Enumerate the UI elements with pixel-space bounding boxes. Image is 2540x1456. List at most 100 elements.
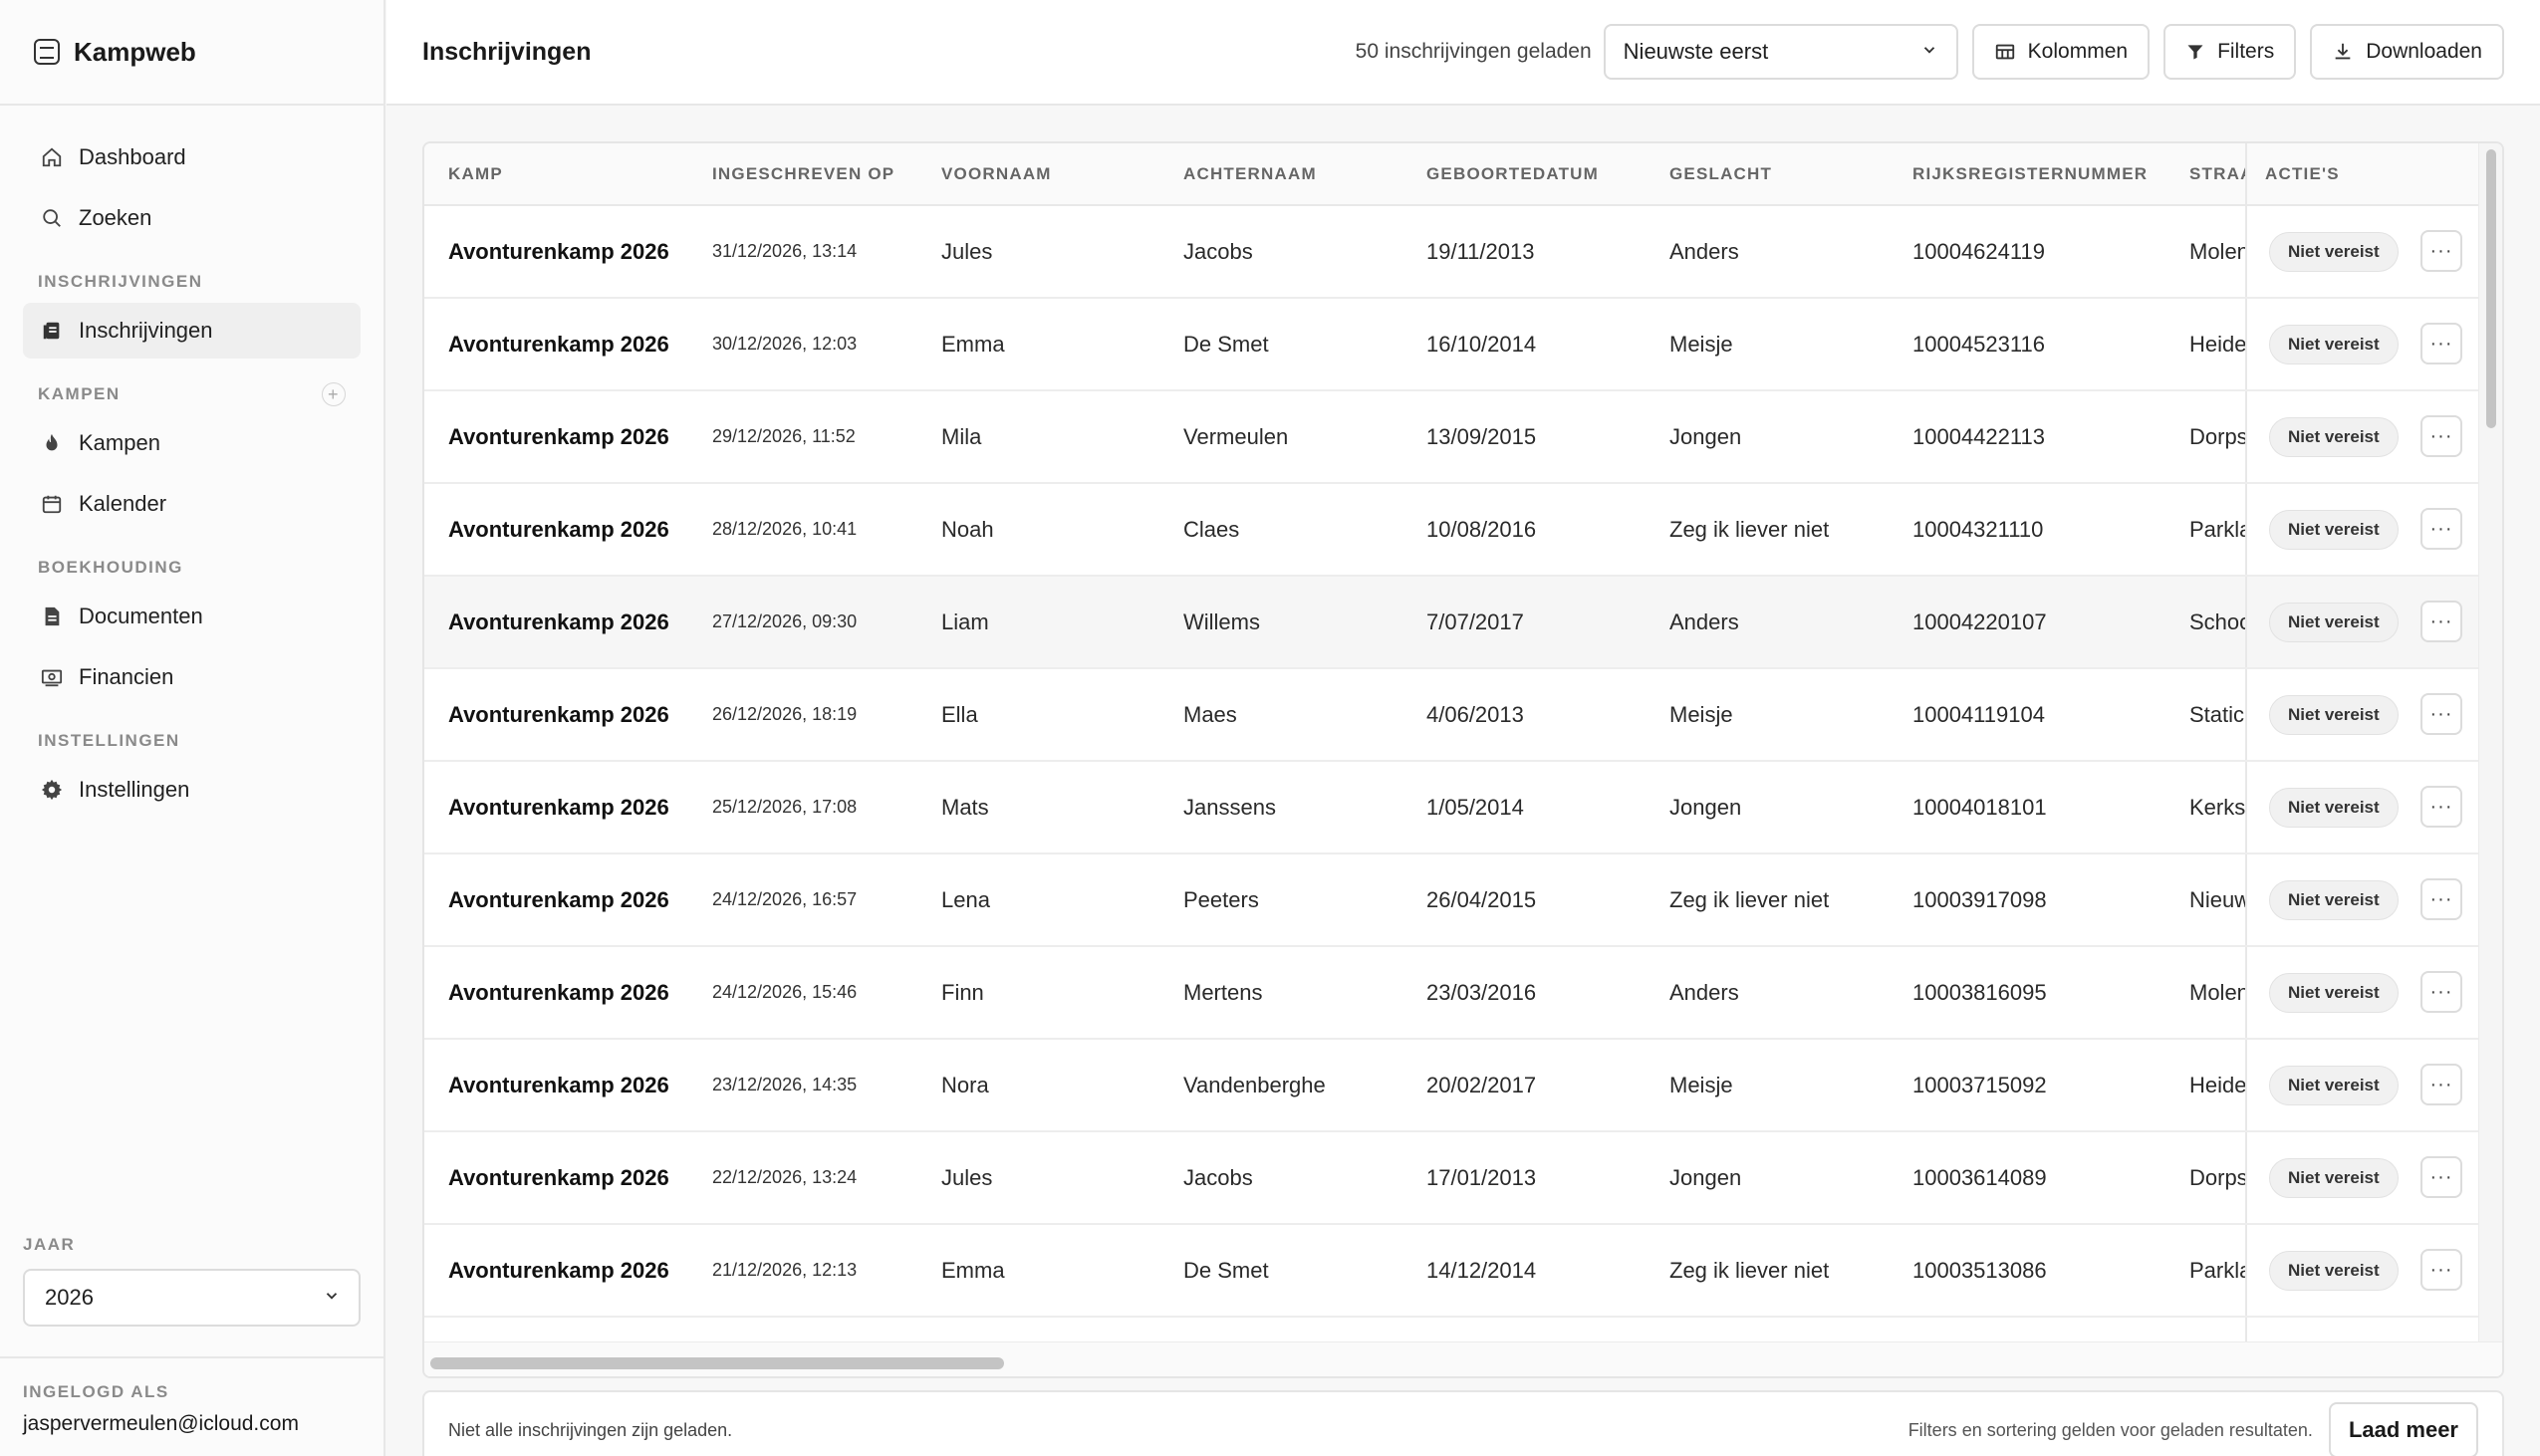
table-row[interactable]: Avonturenkamp 2026 24/12/2026, 16:57 Lena P… (424, 854, 2480, 947)
table-row[interactable]: Avonturenkamp 2026 28/12/2026, 10:41 Noah C… (424, 484, 2480, 577)
table-row[interactable]: Avonturenkamp 2026 29/12/2026, 11:52 Mila V… (424, 391, 2480, 484)
more-options-button[interactable]: ··· (2420, 601, 2462, 642)
add-kamp-plus-icon[interactable]: + (322, 382, 346, 406)
section-label-instellingen: INSTELLINGEN (38, 731, 180, 750)
vertical-scrollbar[interactable] (2478, 143, 2502, 1341)
user-label: INGELOGD ALS (23, 1382, 169, 1401)
more-options-button[interactable]: ··· (2420, 878, 2462, 920)
cell-ingeschreven: 24/12/2026, 15:46 (712, 982, 858, 1002)
cell-rrn: 10004422113 (1912, 423, 2045, 449)
more-options-button[interactable]: ··· (2420, 786, 2462, 828)
page-title: Inschrijvingen (422, 37, 592, 66)
registrations-table: KAMP INGESCHREVEN OP VOORNAAM ACHTERNAAM GEB… (422, 141, 2504, 1378)
row-actions: Niet vereist ··· (2245, 947, 2480, 1038)
filters-button[interactable]: Filters (2163, 24, 2297, 80)
search-icon (41, 207, 63, 229)
table-row[interactable]: Avonturenkamp 2026 30/12/2026, 12:03 Emma D… (424, 299, 2480, 391)
sort-value: Nieuwste eerst (1623, 39, 1769, 64)
cell-geslacht: Meisje (1669, 331, 1733, 357)
column-header[interactable]: STRAAT (2189, 143, 2245, 204)
horizontal-scrollbar-thumb[interactable] (430, 1357, 1004, 1369)
more-options-button[interactable]: ··· (2420, 971, 2462, 1013)
horizontal-scrollbar[interactable] (424, 1341, 2502, 1376)
table-icon (1994, 41, 2016, 63)
table-row[interactable]: Avonturenkamp 2026 21/12/2026, 12:13 Emma D… (424, 1225, 2480, 1318)
more-options-button[interactable]: ··· (2420, 693, 2462, 735)
filter-sort-note: Filters en sortering gelden voor geladen… (1907, 1419, 2313, 1440)
cell-geslacht: Meisje (1669, 701, 1733, 727)
sidebar-item-inschrijvingen[interactable]: Inschrijvingen (23, 303, 361, 359)
year-select[interactable]: 2026 (23, 1269, 361, 1327)
cell-achternaam: Mertens (1183, 979, 1263, 1005)
sidebar-item-instellingen[interactable]: Instellingen (23, 762, 361, 818)
cell-voornaam: Jules (941, 1164, 993, 1190)
sidebar-item-label: Dashboard (79, 144, 186, 169)
column-header[interactable]: ACHTERNAAM (1183, 143, 1412, 204)
row-actions: Niet vereist ··· (2245, 1040, 2480, 1130)
kampweb-logo-icon (34, 39, 60, 65)
download-button[interactable]: Downloaden (2310, 24, 2504, 80)
table-row[interactable]: Avonturenkamp 2026 25/12/2026, 17:08 Mats J… (424, 762, 2480, 854)
sidebar-item-kampen[interactable]: Kampen (23, 415, 361, 471)
cell-rrn: 10004523116 (1912, 331, 2045, 357)
sort-select[interactable]: Nieuwste eerst (1603, 24, 1958, 80)
cell-kamp: Avonturenkamp 2026 (448, 423, 669, 449)
cell-straat: Heide (2189, 1072, 2245, 1097)
user-email[interactable]: jaspervermeulen@icloud.com (23, 1412, 383, 1436)
clipboard-icon (41, 320, 63, 342)
columns-button-label: Kolommen (2027, 40, 2129, 63)
table-row[interactable]: Avonturenkamp 2026 22/12/2026, 13:24 Jules… (424, 1132, 2480, 1225)
sidebar-item-label: Zoeken (79, 205, 152, 230)
table-row[interactable]: Avonturenkamp 2026 23/12/2026, 14:35 Nora V… (424, 1040, 2480, 1132)
cell-rrn: 10003412083 (1912, 1318, 2171, 1341)
column-header[interactable]: GEBOORTEDATUM (1426, 143, 1655, 204)
cell-geboortedatum: 17/01/2013 (1426, 1164, 1537, 1190)
cell-voornaam: Mila (941, 1318, 1170, 1341)
cell-voornaam: Ella (941, 701, 978, 727)
load-more-button[interactable]: Laad meer (2328, 1402, 2478, 1456)
column-header[interactable]: INGESCHREVEN OP (712, 143, 931, 204)
sidebar-item-dashboard[interactable]: Dashboard (23, 129, 361, 185)
table-row[interactable]: Avonturenkamp 2026 20/12/2026, 11:02 Mila V… (424, 1318, 2480, 1341)
status-badge: Niet vereist (2269, 1251, 2399, 1291)
sidebar-item-financien[interactable]: Financien (23, 649, 361, 705)
cell-rrn: 10004321110 (1912, 516, 2044, 542)
table-row[interactable]: Avonturenkamp 2026 24/12/2026, 15:46 Finn M… (424, 947, 2480, 1040)
year-picker: JAAR 2026 (23, 1235, 361, 1327)
vertical-scrollbar-thumb[interactable] (2486, 149, 2496, 428)
sidebar-item-kalender[interactable]: Kalender (23, 476, 361, 532)
column-header[interactable]: GESLACHT (1669, 143, 1899, 204)
more-options-button[interactable]: ··· (2420, 1156, 2462, 1198)
cell-geboortedatum: 14/12/2014 (1426, 1257, 1537, 1283)
column-header[interactable]: RIJKSREGISTERNUMMER (1912, 143, 2171, 204)
cell-voornaam: Emma (941, 331, 1005, 357)
cell-achternaam: Vermeulen (1183, 1318, 1412, 1341)
more-options-button[interactable]: ··· (2420, 323, 2462, 364)
sidebar-item-zoeken[interactable]: Zoeken (23, 190, 361, 246)
cell-ingeschreven: 24/12/2026, 16:57 (712, 889, 858, 909)
more-options-button[interactable]: ··· (2420, 1064, 2462, 1105)
cell-straat: Molen (2189, 238, 2245, 264)
more-options-button[interactable]: ··· (2420, 508, 2462, 550)
table-row[interactable]: Avonturenkamp 2026 26/12/2026, 18:19 Ella M… (424, 669, 2480, 762)
more-options-button[interactable]: ··· (2420, 230, 2462, 272)
chevron-down-icon (1920, 39, 1938, 65)
cell-geboortedatum: 7/07/2017 (1426, 608, 1524, 634)
column-header[interactable]: KAMP (448, 143, 697, 204)
more-options-button[interactable]: ··· (2420, 1249, 2462, 1291)
column-header[interactable]: VOORNAAM (941, 143, 1170, 204)
cell-ingeschreven: 30/12/2026, 12:03 (712, 334, 858, 354)
sidebar-item-label: Kalender (79, 491, 167, 516)
more-options-button[interactable]: ··· (2420, 415, 2462, 457)
sidebar-item-documenten[interactable]: Documenten (23, 589, 361, 644)
column-header[interactable]: ACTIE'S (2265, 143, 2340, 204)
cell-ingeschreven: 29/12/2026, 11:52 (712, 426, 856, 446)
cell-kamp: Avonturenkamp 2026 (448, 516, 669, 542)
table-row[interactable]: Avonturenkamp 2026 27/12/2026, 09:30 Liam W… (424, 577, 2480, 669)
cell-straat: Schoo (2189, 608, 2245, 634)
cell-rrn: 10003614089 (1912, 1164, 2047, 1190)
columns-button[interactable]: Kolommen (1971, 24, 2151, 80)
table-row[interactable]: Avonturenkamp 2026 31/12/2026, 13:14 Jules… (424, 206, 2480, 299)
status-badge: Niet vereist (2269, 973, 2399, 1013)
brand[interactable]: Kampweb (0, 0, 383, 106)
